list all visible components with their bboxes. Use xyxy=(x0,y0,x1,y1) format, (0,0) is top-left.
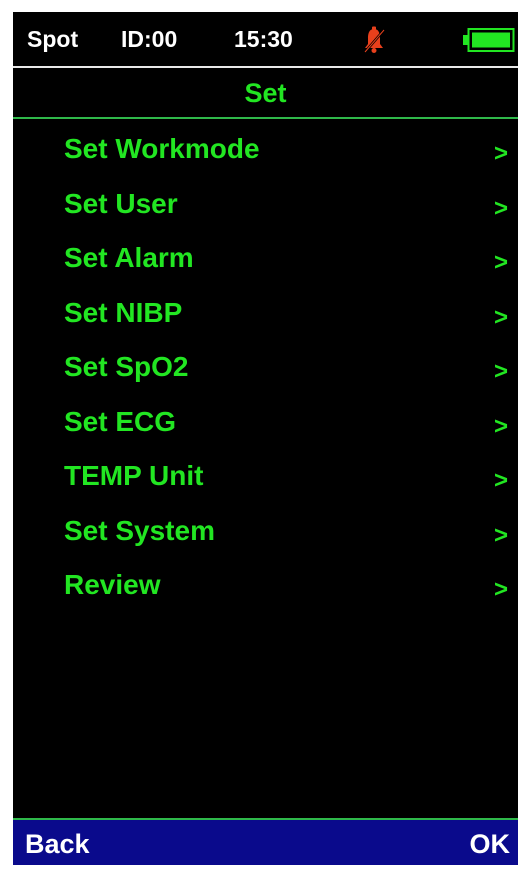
menu-item-label: Review xyxy=(64,569,161,600)
menu-item-set-alarm[interactable]: Set Alarm > xyxy=(13,233,518,288)
menu-item-set-spo2[interactable]: Set SpO2 > xyxy=(13,342,518,397)
menu-item-set-nibp[interactable]: Set NIBP > xyxy=(13,288,518,343)
chevron-right-icon: > xyxy=(493,303,508,331)
chevron-right-icon: > xyxy=(493,249,508,276)
chevron-right-icon: > xyxy=(493,576,508,603)
menu-item-label: Set SpO2 xyxy=(64,351,189,382)
menu-item-label: Set System xyxy=(64,514,215,546)
menu-item-set-system[interactable]: Set System > xyxy=(13,506,518,561)
menu-item-label: Set ECG xyxy=(64,405,177,437)
page-title: Set xyxy=(244,78,287,108)
chevron-right-icon: > xyxy=(493,358,508,385)
menu-item-label: Set NIBP xyxy=(64,296,183,328)
mode-indicator: Spot xyxy=(27,26,79,52)
chevron-right-icon: > xyxy=(493,467,508,494)
chevron-right-icon: > xyxy=(493,194,508,222)
title-divider xyxy=(13,117,518,119)
settings-menu: Set Workmode > Set User > Set Alarm > Se… xyxy=(13,124,518,615)
menu-item-label: Set Alarm xyxy=(64,242,194,273)
status-bar: Spot ID:00 15:30 xyxy=(13,12,518,65)
back-button[interactable]: Back xyxy=(25,827,90,861)
menu-item-set-ecg[interactable]: Set ECG > xyxy=(13,397,518,452)
menu-item-label: Set User xyxy=(64,187,178,219)
softkey-bar: Back OK xyxy=(13,820,518,865)
ok-button[interactable]: OK xyxy=(470,827,511,861)
menu-item-label: TEMP Unit xyxy=(64,460,204,491)
battery-full-icon xyxy=(463,28,515,52)
menu-item-set-workmode[interactable]: Set Workmode > xyxy=(13,124,518,179)
menu-item-set-user[interactable]: Set User > xyxy=(13,179,518,234)
menu-item-temp-unit[interactable]: TEMP Unit > xyxy=(13,451,518,506)
chevron-right-icon: > xyxy=(493,521,508,549)
patient-id: ID:00 xyxy=(121,26,178,52)
chevron-right-icon: > xyxy=(493,412,508,440)
clock-time: 15:30 xyxy=(234,26,293,52)
status-divider xyxy=(13,66,518,68)
chevron-right-icon: > xyxy=(493,140,508,167)
menu-item-label: Set Workmode xyxy=(64,133,260,164)
alarm-muted-bell-icon xyxy=(364,26,385,53)
device-screen: Spot ID:00 15:30 Set Set Workmode > Set … xyxy=(13,12,518,865)
menu-item-review[interactable]: Review > xyxy=(13,560,518,615)
